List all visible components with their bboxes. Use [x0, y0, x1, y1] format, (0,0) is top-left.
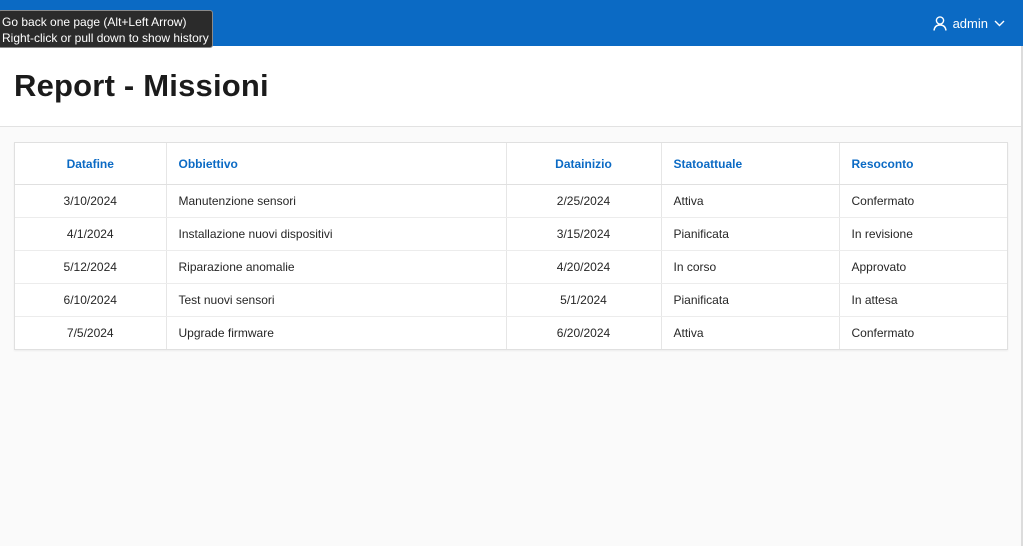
page-header: Report - Missioni	[0, 46, 1023, 127]
cell-resoconto: Confermato	[851, 326, 915, 340]
cell-datafine: 5/12/2024	[15, 250, 167, 284]
cell-statoattuale: Attiva	[661, 184, 840, 218]
cell-datafine: 4/1/2024	[15, 217, 167, 251]
column-header-obbiettivo[interactable]: Obbiettivo	[166, 143, 507, 185]
cell-obbiettivo: Installazione nuovi dispositivi	[166, 217, 507, 251]
cell-resoconto: In revisione	[839, 217, 1007, 251]
cell-obbiettivo: Manutenzione sensori	[166, 184, 507, 218]
page-title: Report - Missioni	[14, 68, 269, 103]
user-menu-button[interactable]: admin	[932, 0, 1005, 46]
table-row: 4/1/2024 Installazione nuovi dispositivi…	[15, 217, 1007, 251]
cell-resoconto: Approvato	[839, 250, 1007, 284]
cell-datafine: 7/5/2024	[15, 316, 167, 349]
column-header-datafine[interactable]: Datafine	[15, 143, 167, 185]
table-header-row: Datafine Obbiettivo Datainizio Statoattu…	[15, 143, 1007, 185]
missions-table: Datafine Obbiettivo Datainizio Statoattu…	[15, 143, 1007, 349]
report-region: Datafine Obbiettivo Datainizio Statoattu…	[14, 142, 1008, 350]
cell-statoattuale: In corso	[661, 250, 840, 284]
table-row: 5/12/2024 Riparazione anomalie 4/20/2024…	[15, 250, 1007, 284]
table-row: 7/5/2024 Upgrade firmware 6/20/2024 Atti…	[15, 316, 1007, 349]
cell-datainizio: 4/20/2024	[506, 250, 662, 284]
table-row: 6/10/2024 Test nuovi sensori 5/1/2024 Pi…	[15, 283, 1007, 317]
column-header-resoconto[interactable]: Resoconto	[839, 143, 1007, 185]
cell-datainizio: 6/20/2024	[506, 316, 662, 349]
tooltip-line-2: Right-click or pull down to show history	[2, 31, 209, 45]
cell-resoconto: Confermato	[839, 184, 1007, 218]
cell-datainizio: 2/25/2024	[506, 184, 662, 218]
cell-statoattuale: Pianificata	[661, 283, 840, 317]
chevron-down-icon	[994, 20, 1005, 27]
column-header-datainizio[interactable]: Datainizio	[506, 143, 662, 185]
cell-datainizio: 5/1/2024	[506, 283, 662, 317]
cell-statoattuale: Attiva	[661, 316, 840, 349]
user-icon	[932, 15, 947, 31]
cell-resoconto: In attesa	[839, 283, 1007, 317]
column-header-statoattuale[interactable]: Statoattuale	[661, 143, 840, 185]
cell-obbiettivo: Upgrade firmware	[166, 316, 507, 349]
cell-statoattuale: Pianificata	[661, 217, 840, 251]
user-name: admin	[952, 15, 988, 31]
cell-obbiettivo: Test nuovi sensori	[166, 283, 507, 317]
cell-datafine: 6/10/2024	[15, 283, 167, 317]
table-row: 3/10/2024 Manutenzione sensori 2/25/2024…	[15, 184, 1007, 218]
cell-obbiettivo: Riparazione anomalie	[166, 250, 507, 284]
cell-datainizio: 3/15/2024	[506, 217, 662, 251]
cell-datafine: 3/10/2024	[15, 184, 167, 218]
tooltip-line-1: Go back one page (Alt+Left Arrow)	[2, 15, 187, 29]
back-button-tooltip: Go back one page (Alt+Left Arrow) Right-…	[0, 10, 213, 48]
